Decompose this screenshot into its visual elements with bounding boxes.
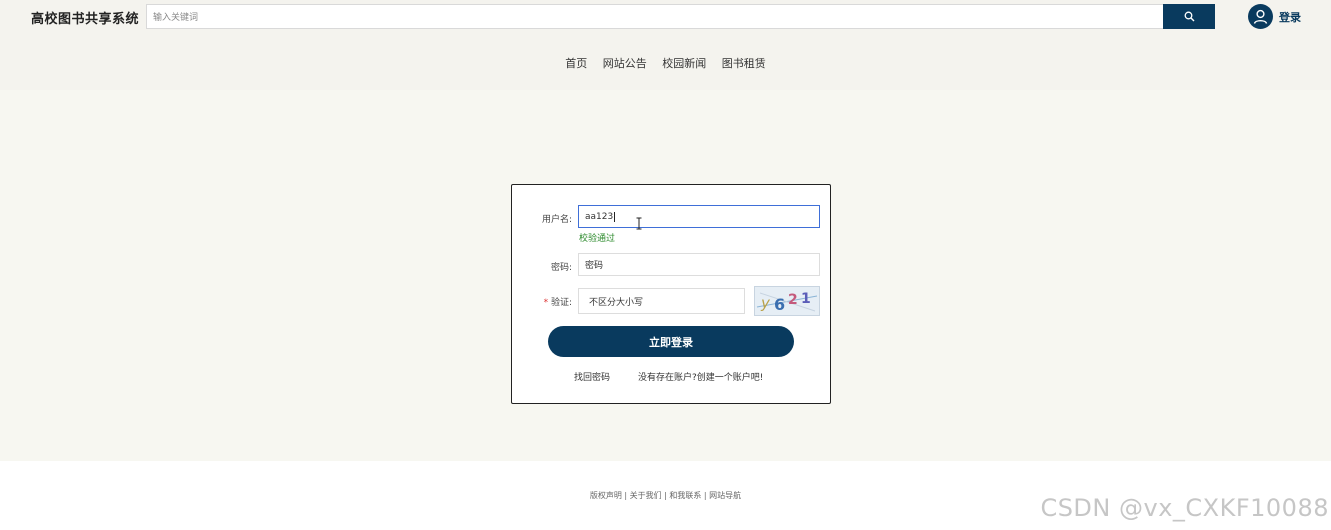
- nav-item-home[interactable]: 首页: [565, 57, 587, 70]
- captcha-char-3: 2: [788, 292, 798, 308]
- search-icon: [1184, 11, 1194, 22]
- captcha-label-text: 验证:: [550, 298, 572, 308]
- nav-item-book-rental[interactable]: 图书租赁: [722, 57, 766, 70]
- footer: 版权声明 | 关于我们 | 和我联系 | 网站导航 CSDN @vx_CXKF1…: [0, 461, 1331, 530]
- search-box[interactable]: [146, 4, 1164, 30]
- search-button[interactable]: [1163, 4, 1215, 29]
- header: 高校图书共享系统 登录 首页 网站公告 校园新闻 图书租赁: [0, 0, 1331, 90]
- login-card: 用户名: aa123 校验通过 密码: 密码 * 验证: 不区分大小写 y 6 …: [511, 184, 831, 404]
- user-avatar-icon: [1253, 9, 1268, 24]
- site-title[interactable]: 高校图书共享系统: [31, 8, 139, 27]
- register-link[interactable]: 没有存在账户?创建一个账户吧!: [638, 370, 763, 383]
- username-value: aa123: [585, 211, 614, 222]
- password-label: 密码:: [550, 263, 572, 273]
- submit-login-button[interactable]: 立即登录: [548, 326, 794, 357]
- required-mark: *: [543, 298, 549, 308]
- captcha-char-1: y: [760, 294, 771, 312]
- captcha-graphic: y 6 2 1: [756, 291, 818, 314]
- password-field[interactable]: 密码: [578, 253, 820, 276]
- captcha-char-4: 1: [801, 291, 811, 307]
- forgot-password-link[interactable]: 找回密码: [574, 370, 610, 383]
- username-field[interactable]: aa123: [578, 205, 820, 228]
- search-input[interactable]: [147, 6, 1163, 30]
- watermark: CSDN @vx_CXKF10088: [1040, 494, 1329, 522]
- username-label: 用户名:: [541, 215, 572, 225]
- text-cursor-icon: [636, 217, 642, 230]
- captcha-input[interactable]: 不区分大小写: [578, 288, 745, 314]
- main-nav: 首页 网站公告 校园新闻 图书租赁: [0, 55, 1331, 71]
- captcha-label: * 验证:: [512, 295, 572, 308]
- captcha-image[interactable]: y 6 2 1: [754, 286, 820, 316]
- user-avatar[interactable]: [1248, 4, 1273, 29]
- captcha-placeholder: 不区分大小写: [589, 297, 644, 308]
- username-validation-message: 校验通过: [579, 234, 616, 244]
- login-link[interactable]: 登录: [1279, 9, 1301, 25]
- captcha-char-2: 6: [774, 295, 785, 314]
- text-caret: [614, 211, 616, 222]
- password-value: 密码: [585, 261, 604, 271]
- nav-item-campus-news[interactable]: 校园新闻: [662, 57, 706, 70]
- nav-item-announcements[interactable]: 网站公告: [603, 57, 647, 70]
